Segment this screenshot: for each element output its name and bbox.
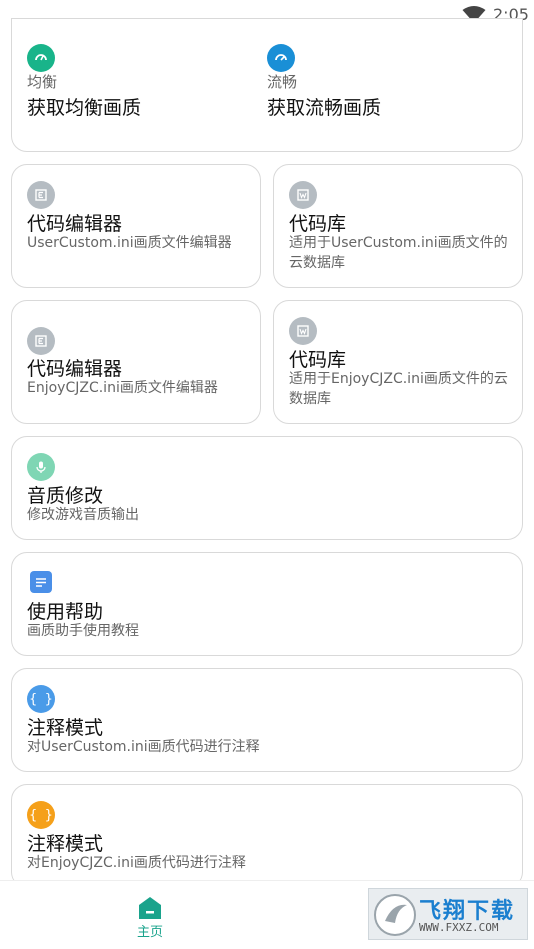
editor-icon: [27, 181, 55, 209]
watermark-logo-icon: [374, 894, 416, 936]
card-subtitle: EnjoyCJZC.ini画质文件编辑器: [27, 380, 218, 396]
code-editor-enjoy-card[interactable]: 代码编辑器 EnjoyCJZC.ini画质文件编辑器: [11, 300, 261, 424]
smooth-title: 获取流畅画质: [267, 97, 382, 119]
smooth-tag: 流畅: [267, 73, 298, 91]
annotate-usercustom-card[interactable]: { } 注释模式 对UserCustom.ini画质代码进行注释: [11, 668, 523, 772]
smooth-quality-option[interactable]: 流畅 获取流畅画质: [262, 19, 522, 149]
watermark: 飞翔下载 WWW.FXXZ.COM: [368, 888, 528, 940]
card-subtitle: 修改游戏音质输出: [27, 507, 139, 523]
editor-icon: [27, 327, 55, 355]
library-icon: [289, 181, 317, 209]
tab-home-label: 主页: [136, 925, 163, 940]
card-subtitle: 适用于UserCustom.ini画质文件的云数据库: [289, 235, 508, 271]
code-library-usercustom-card[interactable]: 代码库 适用于UserCustom.ini画质文件的云数据库: [273, 164, 523, 288]
card-title: 注释模式: [27, 717, 104, 739]
home-icon: [139, 897, 161, 919]
card-title: 注释模式: [27, 833, 104, 855]
balanced-tag: 均衡: [27, 73, 58, 91]
annotate-enjoy-card[interactable]: { } 注释模式 对EnjoyCJZC.ini画质代码进行注释: [11, 784, 523, 888]
card-title: 使用帮助: [27, 601, 104, 623]
tab-home[interactable]: 主页: [130, 895, 170, 945]
balanced-title: 获取均衡画质: [27, 97, 142, 119]
code-library-enjoy-card[interactable]: 代码库 适用于EnjoyCJZC.ini画质文件的云数据库: [273, 300, 523, 424]
help-card[interactable]: 使用帮助 画质助手使用教程: [11, 552, 523, 656]
braces-icon: { }: [27, 685, 55, 713]
card-title: 音质修改: [27, 485, 104, 507]
code-editor-usercustom-card[interactable]: 代码编辑器 UserCustom.ini画质文件编辑器: [11, 164, 261, 288]
braces-icon: { }: [27, 801, 55, 829]
card-title: 代码编辑器: [27, 213, 123, 235]
watermark-url: WWW.FXXZ.COM: [419, 921, 499, 934]
microphone-icon: [27, 453, 55, 481]
document-icon: [30, 571, 52, 593]
audio-quality-card[interactable]: 音质修改 修改游戏音质输出: [11, 436, 523, 540]
library-icon: [289, 317, 317, 345]
gauge-icon: [27, 44, 55, 72]
card-title: 代码库: [289, 349, 347, 371]
card-title: 代码编辑器: [27, 358, 123, 380]
gauge-icon: [267, 44, 295, 72]
quality-card: 均衡 获取均衡画质 流畅 获取流畅画质: [11, 18, 523, 152]
card-subtitle: 对EnjoyCJZC.ini画质代码进行注释: [27, 855, 246, 871]
card-subtitle: 对UserCustom.ini画质代码进行注释: [27, 739, 260, 755]
balanced-quality-option[interactable]: 均衡 获取均衡画质: [12, 19, 262, 149]
card-subtitle: UserCustom.ini画质文件编辑器: [27, 235, 232, 251]
card-title: 代码库: [289, 213, 347, 235]
card-subtitle: 适用于EnjoyCJZC.ini画质文件的云数据库: [289, 371, 508, 407]
card-subtitle: 画质助手使用教程: [27, 623, 139, 639]
